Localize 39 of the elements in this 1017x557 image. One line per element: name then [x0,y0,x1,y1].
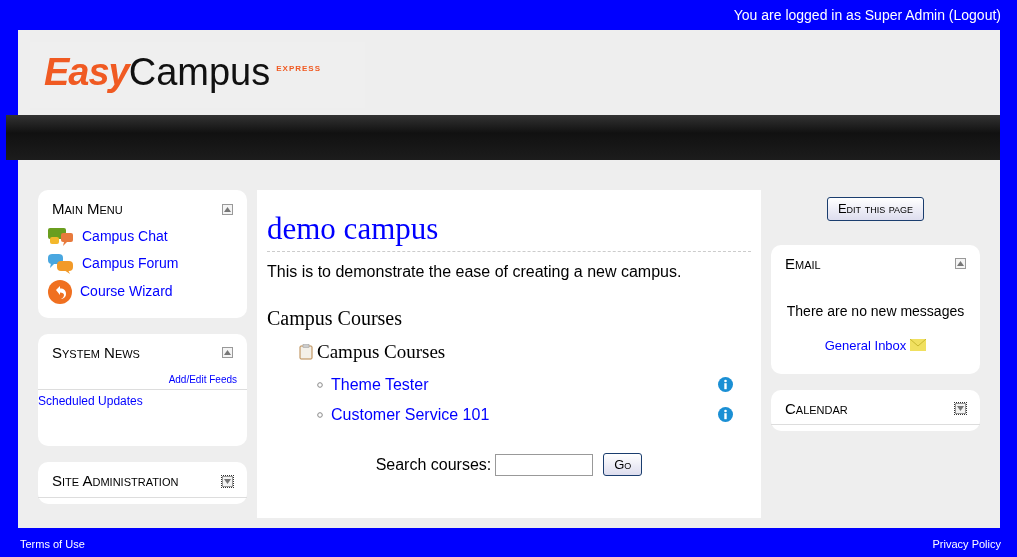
panel-title: Calendar [785,398,848,419]
panel-title: System News [52,342,140,363]
category-title: Campus Courses [317,340,446,365]
inbox-link[interactable]: General Inbox [824,338,907,353]
course-link[interactable]: Theme Tester [331,372,429,397]
collapse-icon[interactable] [955,258,966,270]
privacy-policy-link[interactable]: Privacy Policy [932,536,1001,553]
expand-icon[interactable] [955,403,966,415]
page-title: demo campus [267,210,751,253]
menu-link[interactable]: Campus Chat [82,226,168,247]
speech-bubbles-icon [48,252,74,275]
section-heading: Campus Courses [267,306,403,331]
description-text: This is to demonstrate the ease of creating a new campus. [267,262,683,283]
add-edit-feeds-link[interactable]: Add/Edit Feeds [168,374,237,385]
collapse-icon[interactable] [222,203,233,215]
login-status-text: You are logged in as Super Admin [733,7,946,23]
news-link[interactable]: Scheduled Updates [38,394,143,408]
edit-page-button[interactable]: Edit this page [826,197,925,221]
bullet-icon [317,381,323,388]
terms-link[interactable]: Terms of Use [20,536,85,553]
bullet-icon [317,411,323,418]
collapse-icon[interactable] [222,347,233,359]
info-icon[interactable] [718,377,733,393]
panel-title: Site Administration [52,471,179,491]
go-button[interactable]: Go [603,452,643,477]
chat-bubbles-icon [48,225,74,248]
info-icon[interactable] [718,407,733,423]
panel-title: Email [785,253,821,274]
menu-link[interactable]: Course Wizard [80,281,173,302]
search-label: Search courses: [375,454,492,475]
email-status-text: There are no new messages [785,302,966,321]
panel-title: Main Menu [52,199,123,219]
menu-link[interactable]: Campus Forum [82,253,179,274]
envelope-icon [910,339,927,351]
search-field[interactable] [495,453,594,476]
expand-icon[interactable] [222,475,233,487]
logout-link[interactable]: (Logout) [948,7,1001,23]
course-link[interactable]: Customer Service 101 [331,402,490,427]
clipboard-icon [299,344,313,361]
